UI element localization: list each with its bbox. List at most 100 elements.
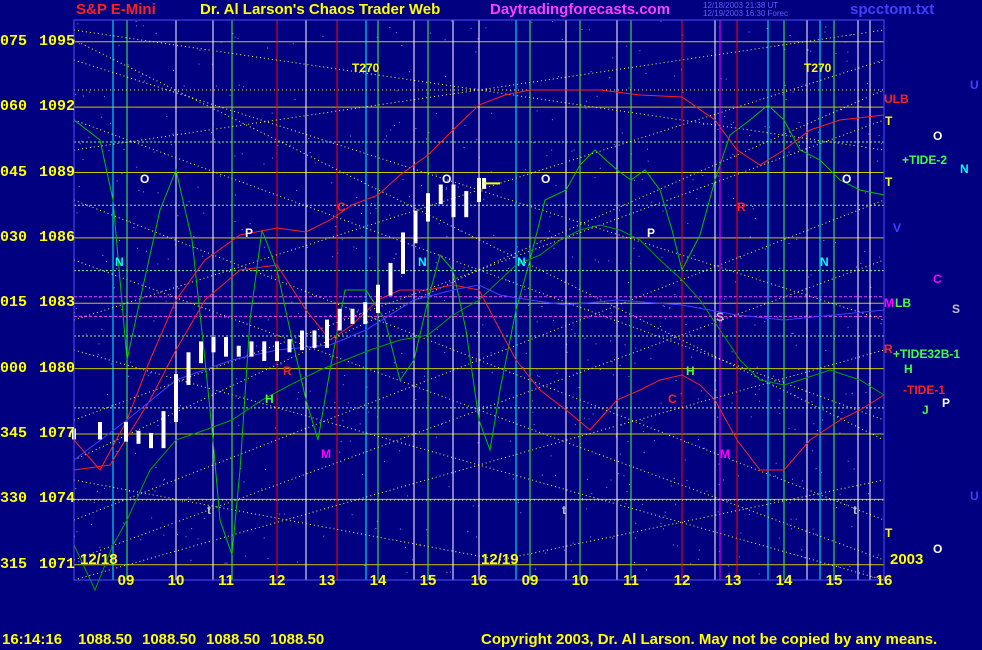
- vertical-markers-layer: [112, 20, 871, 580]
- star-dot: [867, 83, 869, 85]
- star-dot: [588, 418, 590, 420]
- star-dot: [795, 344, 797, 346]
- star-dot: [618, 209, 620, 211]
- plot-letter: t: [207, 503, 211, 517]
- star-dot: [133, 226, 135, 228]
- star-dot: [266, 47, 268, 49]
- star-dot: [91, 524, 93, 526]
- star-dot: [574, 333, 576, 335]
- star-dot: [78, 186, 80, 188]
- star-dot: [172, 69, 174, 71]
- star-dot: [531, 21, 533, 23]
- star-dot: [698, 558, 700, 560]
- top-label: T270: [352, 61, 380, 75]
- star-dot: [199, 298, 201, 300]
- price-bar: [199, 341, 203, 364]
- star-dot: [788, 151, 790, 153]
- star-dot: [475, 51, 477, 53]
- star-dot: [394, 125, 396, 127]
- star-dot: [550, 455, 552, 457]
- star-dot: [509, 440, 511, 442]
- star-dot: [267, 558, 269, 560]
- plot-letter: P: [245, 226, 254, 240]
- star-dot: [123, 522, 125, 524]
- star-dot: [791, 528, 793, 530]
- star-dot: [660, 402, 662, 404]
- day-label: 12/19: [481, 551, 519, 568]
- star-dot: [234, 194, 236, 196]
- star-dot: [627, 282, 629, 284]
- star-dot: [586, 508, 588, 510]
- star-dot: [664, 511, 666, 513]
- star-dot: [157, 424, 159, 426]
- page-title: Dr. Al Larson's Chaos Trader Web: [200, 1, 441, 18]
- star-dot: [724, 298, 726, 300]
- star-dot: [815, 533, 817, 535]
- star-dot: [136, 166, 138, 168]
- star-dot: [717, 175, 719, 177]
- right-label: T: [885, 114, 893, 128]
- star-dot: [587, 359, 589, 361]
- star-dot: [236, 378, 238, 380]
- star-dot: [401, 45, 403, 47]
- star-dot: [675, 503, 677, 505]
- star-dot: [138, 189, 140, 191]
- star-dot: [633, 179, 635, 181]
- star-dot: [725, 78, 727, 80]
- star-dot: [245, 555, 247, 557]
- copyright: Copyright 2003, Dr. Al Larson. May not b…: [481, 631, 938, 648]
- star-dot: [611, 361, 613, 363]
- star-dot: [424, 375, 426, 377]
- star-dot: [865, 392, 867, 394]
- star-dot: [643, 430, 645, 432]
- star-dot: [633, 247, 635, 249]
- right-label: C: [933, 272, 942, 286]
- star-dot: [483, 198, 485, 200]
- star-dot: [613, 144, 615, 146]
- star-dot: [540, 240, 542, 242]
- star-dot: [561, 39, 563, 41]
- price-bar: [401, 232, 405, 274]
- site-link[interactable]: Daytradingforecasts.com: [490, 1, 670, 18]
- star-dot: [639, 50, 641, 52]
- star-dot: [157, 263, 159, 265]
- star-dot: [584, 337, 586, 339]
- star-dot: [590, 71, 592, 73]
- star-dot: [720, 78, 722, 80]
- right-label: -TIDE-1: [903, 383, 945, 397]
- diagonal-line: [73, 479, 501, 561]
- star-dot: [835, 53, 837, 55]
- star-dot: [738, 256, 740, 258]
- right-label: ULB: [884, 92, 909, 106]
- star-dot: [296, 398, 298, 400]
- plot-letter: H: [265, 392, 274, 406]
- star-dot: [850, 34, 852, 36]
- star-dot: [792, 332, 794, 334]
- star-dot: [393, 362, 395, 364]
- star-dot: [646, 569, 648, 571]
- star-dot: [389, 26, 391, 28]
- star-dot: [121, 173, 123, 175]
- star-dot: [375, 207, 377, 209]
- star-dot: [664, 515, 666, 517]
- star-dot: [370, 203, 372, 205]
- star-dot: [856, 266, 858, 268]
- star-dot: [870, 286, 872, 288]
- star-dot: [643, 452, 645, 454]
- star-dot: [795, 518, 797, 520]
- star-dot: [812, 450, 814, 452]
- star-dot: [512, 478, 514, 480]
- y-tick-angle: 060: [0, 98, 28, 116]
- y-tick-angle: 075: [0, 32, 28, 50]
- price-bar: [275, 341, 279, 362]
- star-dot: [219, 142, 221, 144]
- star-dot: [525, 352, 527, 354]
- y-tick-angle: 045: [0, 163, 28, 181]
- star-dot: [145, 250, 147, 252]
- star-dot: [476, 297, 478, 299]
- star-dot: [564, 549, 566, 551]
- star-dot: [754, 393, 756, 395]
- y-tick-label: 330 1074: [0, 490, 75, 507]
- star-dot: [289, 144, 291, 146]
- star-dot: [309, 152, 311, 154]
